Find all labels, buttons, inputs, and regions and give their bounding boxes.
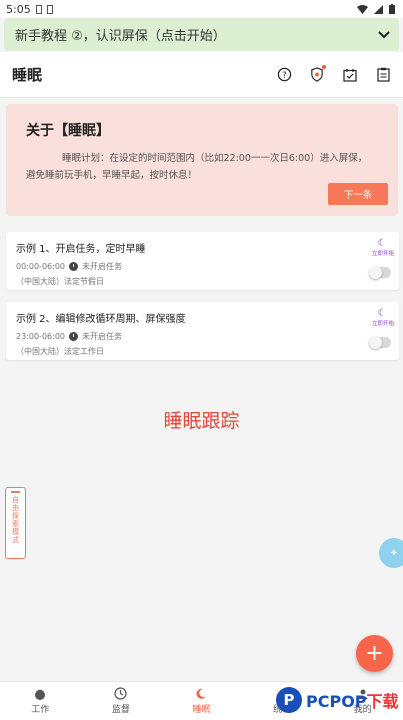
- nav-label: 监督: [111, 705, 130, 715]
- tab-bar-icon: [11, 491, 20, 493]
- clock-icon: [69, 332, 78, 341]
- task-toggle[interactable]: [369, 336, 391, 349]
- task-holiday: （中国大陆）法定工作日: [16, 347, 104, 356]
- page-title: 睡眠: [12, 66, 43, 84]
- tutorial-text: 新手教程 ②，认识屏保（点击开始）: [15, 29, 226, 44]
- task-status: 未开启任务: [82, 332, 122, 341]
- next-button[interactable]: 下一条: [328, 183, 388, 205]
- task-card[interactable]: 示例 2、编辑修改循环周期、屏保强度 23:00-06:00 未开启任务 （中国…: [6, 302, 399, 360]
- moon-icon: [195, 687, 208, 700]
- task-time: 00:00-06:00: [16, 262, 65, 271]
- shield-icon[interactable]: [309, 64, 326, 83]
- start-now-label: 立即开始: [372, 251, 395, 257]
- task-holiday: （中国大陆）法定节假日: [16, 277, 104, 286]
- add-task-button[interactable]: +: [356, 635, 393, 672]
- chevron-down-icon[interactable]: [378, 30, 390, 39]
- tomato-icon: [34, 687, 47, 700]
- signal-icon: [374, 4, 383, 14]
- start-now-button[interactable]: ☾ 立即开始: [372, 308, 395, 328]
- notification-dot: [322, 64, 326, 69]
- sleep-tracking-link[interactable]: 睡眠跟踪: [0, 406, 403, 433]
- about-card: 关于【睡眠】 睡眠计划：在设定的时间范围内（比如22:00一一次日6:00）进入…: [6, 104, 398, 216]
- free-explore-label: 自由探索模式: [11, 496, 20, 544]
- status-time: 5:05: [6, 2, 31, 16]
- tutorial-banner[interactable]: 新手教程 ②，认识屏保（点击开始）: [4, 18, 399, 51]
- start-now-label: 立即开始: [372, 321, 395, 327]
- battery-icon: [389, 4, 395, 14]
- task-time: 23:00-06:00: [16, 332, 65, 341]
- wifi-icon: [357, 4, 368, 14]
- task-title: 示例 1、开启任务，定时早睡: [16, 244, 146, 255]
- start-now-button[interactable]: ☾ 立即开始: [372, 238, 395, 258]
- watermark-p-icon: P: [276, 687, 302, 713]
- task-title: 示例 2、编辑修改循环周期、屏保强度: [16, 314, 186, 325]
- status-bar: 5:05: [0, 0, 403, 18]
- task-toggle[interactable]: [369, 266, 391, 279]
- watermark-text: PCPOP下载: [306, 692, 399, 711]
- nav-item-supervise[interactable]: 监督: [81, 682, 162, 720]
- free-explore-tab[interactable]: 自由探索模式: [5, 487, 26, 559]
- task-card[interactable]: 示例 1、开启任务，定时早睡 00:00-06:00 未开启任务 （中国大陆）法…: [6, 232, 399, 290]
- floating-assistant-icon[interactable]: ✦: [379, 538, 403, 568]
- calendar-icon[interactable]: [342, 67, 358, 83]
- help-icon[interactable]: ?: [276, 67, 292, 83]
- svg-text:?: ?: [282, 70, 286, 80]
- notification-icon: [35, 4, 42, 14]
- notification-icon-2: [46, 4, 53, 14]
- clock-icon: [69, 262, 78, 271]
- nav-label: 工作: [31, 705, 50, 715]
- about-title: 关于【睡眠】: [26, 123, 110, 139]
- task-status: 未开启任务: [82, 262, 122, 271]
- about-text: 睡眠计划：在设定的时间范围内（比如22:00一一次日6:00）进入屏保，避免睡前…: [26, 153, 368, 181]
- nav-item-work[interactable]: 工作: [0, 682, 81, 720]
- clock-icon: [114, 687, 127, 700]
- clipboard-icon[interactable]: [375, 67, 391, 83]
- app-header: 睡眠 ?: [0, 52, 403, 98]
- moon-icon: ☾: [377, 308, 387, 319]
- nav-item-sleep[interactable]: 睡眠: [161, 682, 242, 720]
- nav-label: 睡眠: [192, 705, 211, 715]
- moon-icon: ☾: [377, 238, 387, 249]
- pcpop-watermark-logo: P PCPOP下载: [276, 683, 402, 717]
